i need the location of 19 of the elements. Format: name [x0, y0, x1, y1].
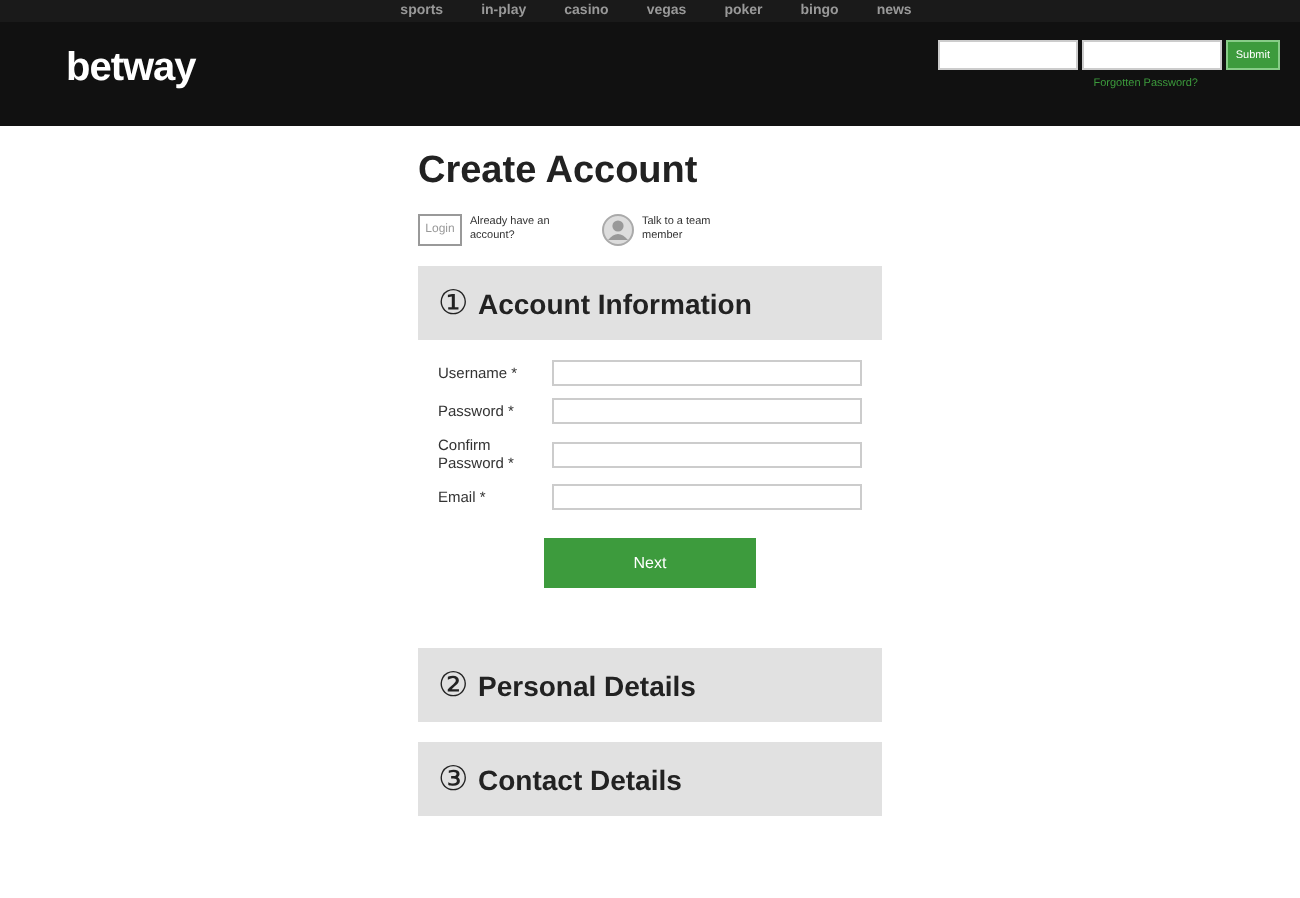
step-number: ③ — [438, 758, 468, 800]
section-header[interactable]: ③ Contact Details — [418, 742, 882, 816]
password-field[interactable] — [1081, 40, 1222, 70]
step-number: ② — [438, 664, 468, 706]
username-field[interactable] — [937, 40, 1078, 70]
step-number: ① — [438, 282, 468, 324]
section-title: Account Information — [478, 287, 752, 319]
logo: betway — [66, 46, 196, 92]
section-title: Personal Details — [478, 669, 696, 701]
page-title: Create Account — [418, 150, 700, 194]
input-field[interactable] — [552, 441, 862, 467]
input-field[interactable] — [552, 484, 862, 510]
section-title: Contact Details — [478, 763, 682, 795]
next-button[interactable]: Next — [544, 538, 756, 588]
person-icon[interactable] — [602, 214, 634, 246]
input-field[interactable] — [552, 360, 862, 386]
input-field[interactable] — [552, 398, 862, 424]
section-header[interactable]: ① Account Information — [418, 266, 882, 340]
section-header[interactable]: ② Personal Details — [418, 648, 882, 722]
